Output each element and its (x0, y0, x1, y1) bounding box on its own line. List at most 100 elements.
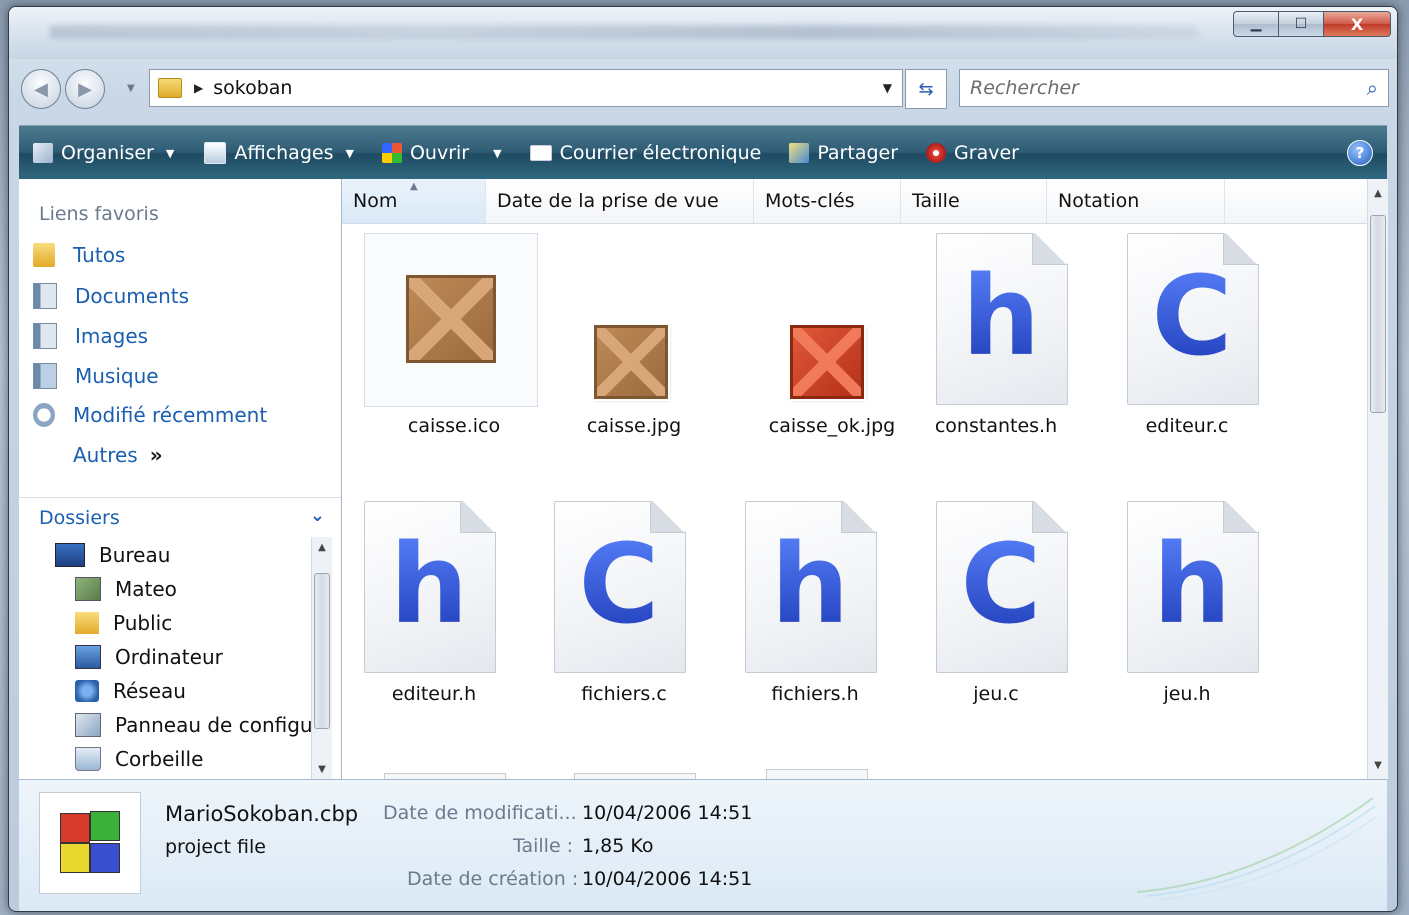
burn-label: Graver (954, 142, 1019, 164)
title-bar: ▁ ☐ X (9, 7, 1397, 59)
organize-button[interactable]: Organiser ▼ (33, 142, 174, 164)
tree-item-ordinateur[interactable]: Ordinateur (75, 645, 223, 669)
burn-button[interactable]: Graver (926, 142, 1019, 164)
file-item[interactable]: h fichiers.h (725, 501, 915, 741)
file-item[interactable]: caisse.ico (344, 233, 538, 473)
user-folder-icon (75, 577, 101, 601)
column-header-rating[interactable]: Notation (1047, 179, 1225, 223)
h-letter-icon: h (1127, 519, 1257, 649)
navigation-pane: Liens favoris Tutos Documents Images Mus… (19, 179, 342, 779)
file-name: caisse.ico (407, 415, 501, 437)
file-item[interactable]: C editeur.c (1107, 233, 1297, 473)
column-header-size[interactable]: Taille (901, 179, 1047, 223)
tree-item-label: Mateo (115, 577, 177, 601)
folder-icon (33, 243, 55, 267)
window-controls: ▁ ☐ X (1233, 11, 1391, 37)
folder-tree-scrollbar[interactable]: ▲ ▼ (311, 537, 332, 779)
tree-item-panneau[interactable]: Panneau de configu (75, 713, 311, 737)
cube-blue (90, 843, 120, 873)
file-item[interactable]: h jeu.h (1107, 501, 1297, 741)
sidebar-item-label: Images (75, 324, 149, 348)
breadcrumb-sokoban[interactable]: sokoban (213, 77, 292, 99)
address-dropdown-icon[interactable]: ▼ (883, 81, 892, 95)
file-item[interactable]: caisse.jpg (534, 233, 724, 473)
sidebar-item-images[interactable]: Images (33, 323, 148, 349)
file-item[interactable]: caisse_ok.jpg (724, 233, 914, 473)
size-value: 1,85 Ko (582, 835, 654, 857)
modified-value[interactable]: 10/04/2006 14:51 (582, 802, 752, 824)
cube-yellow (60, 843, 90, 873)
address-bar[interactable]: ▶ sokoban ▼ (149, 69, 903, 107)
chevron-down-icon: ▼ (493, 146, 502, 160)
folders-header[interactable]: Dossiers ⌄ (19, 499, 341, 537)
breadcrumb-separator-icon[interactable]: ▶ (194, 81, 203, 95)
history-dropdown-icon[interactable]: ▼ (127, 83, 135, 94)
tree-item-mateo[interactable]: Mateo (75, 577, 177, 601)
c-letter-icon: C (554, 519, 684, 649)
explorer-window: ▁ ☐ X ◀ ▶ ▼ ▶ sokoban ▼ ⇆ Rechercher ⌕ O… (8, 6, 1398, 912)
h-letter-icon: h (745, 519, 875, 649)
network-icon (75, 680, 99, 702)
open-icon (381, 143, 402, 163)
music-icon (33, 363, 57, 389)
forward-button[interactable]: ▶ (65, 69, 105, 109)
file-name: editeur.c (1145, 415, 1229, 437)
scroll-thumb[interactable] (1370, 215, 1386, 413)
refresh-button[interactable]: ⇆ (905, 69, 947, 109)
column-header-keywords[interactable]: Mots-clés (754, 179, 901, 223)
views-button[interactable]: Affichages ▼ (204, 142, 354, 164)
project-file-icon (39, 792, 141, 894)
file-item[interactable]: h constantes.h (916, 233, 1106, 473)
tree-item-bureau[interactable]: Bureau (55, 543, 170, 567)
file-item[interactable]: C fichiers.c (534, 501, 724, 741)
folders-header-label: Dossiers (39, 507, 120, 529)
close-button[interactable]: X (1324, 11, 1391, 37)
views-icon (204, 142, 227, 164)
sort-ascending-icon: ▲ (410, 181, 418, 192)
command-toolbar: Organiser ▼ Affichages ▼ Ouvrir ▼ Courrier … (19, 125, 1387, 180)
sidebar-item-tutos[interactable]: Tutos (33, 243, 125, 267)
open-button[interactable]: Ouvrir ▼ (381, 142, 502, 164)
tree-item-label: Réseau (113, 679, 186, 703)
views-label: Affichages (234, 142, 334, 164)
column-header-label: Notation (1058, 190, 1140, 212)
sidebar-item-musique[interactable]: Musique (33, 363, 159, 389)
column-header-empty (1225, 179, 1367, 223)
column-header-date[interactable]: Date de la prise de vue (486, 179, 754, 223)
column-header-label: Nom (353, 190, 398, 212)
column-header-nom[interactable]: ▲ Nom (342, 179, 486, 223)
decorative-swoosh (1137, 797, 1377, 901)
chevron-down-icon: ▼ (165, 146, 175, 160)
email-icon (529, 145, 552, 161)
sidebar-item-label: Modifié récemment (73, 403, 268, 427)
share-button[interactable]: Partager (789, 142, 898, 164)
scroll-up-icon[interactable]: ▲ (312, 537, 332, 557)
sidebar-item-recent[interactable]: Modifié récemment (33, 403, 267, 427)
scroll-down-icon[interactable]: ▼ (1368, 755, 1388, 775)
file-list-scrollbar[interactable]: ▲ ▼ (1367, 179, 1388, 779)
c-letter-icon: C (936, 519, 1066, 649)
back-button[interactable]: ◀ (21, 69, 61, 109)
search-icon[interactable]: ⌕ (1367, 76, 1378, 100)
chevron-down-icon[interactable]: ⌄ (310, 505, 325, 526)
file-item[interactable]: C jeu.c (916, 501, 1106, 741)
sidebar-item-documents[interactable]: Documents (33, 283, 189, 309)
help-icon[interactable]: ? (1347, 140, 1373, 166)
tree-item-corbeille[interactable]: Corbeille (75, 747, 203, 771)
search-input[interactable]: Rechercher ⌕ (959, 69, 1389, 107)
arrow-left-icon: ◀ (34, 78, 48, 100)
file-item[interactable]: h editeur.h (344, 501, 534, 741)
maximize-button[interactable]: ☐ (1279, 11, 1324, 37)
email-button[interactable]: Courrier électronique (529, 142, 761, 164)
scroll-thumb[interactable] (314, 573, 330, 729)
modified-label: Date de modificati... (383, 802, 577, 824)
column-header-label: Date de la prise de vue (497, 190, 719, 212)
scroll-down-icon[interactable]: ▼ (312, 759, 332, 779)
tree-item-public[interactable]: Public (75, 611, 172, 635)
minimize-button[interactable]: ▁ (1233, 11, 1279, 37)
arrow-right-icon: ▶ (78, 78, 92, 100)
scroll-up-icon[interactable]: ▲ (1368, 183, 1388, 203)
tree-item-reseau[interactable]: Réseau (75, 679, 186, 703)
sidebar-item-label: Tutos (73, 243, 126, 267)
sidebar-item-more[interactable]: Autres » (73, 443, 163, 467)
